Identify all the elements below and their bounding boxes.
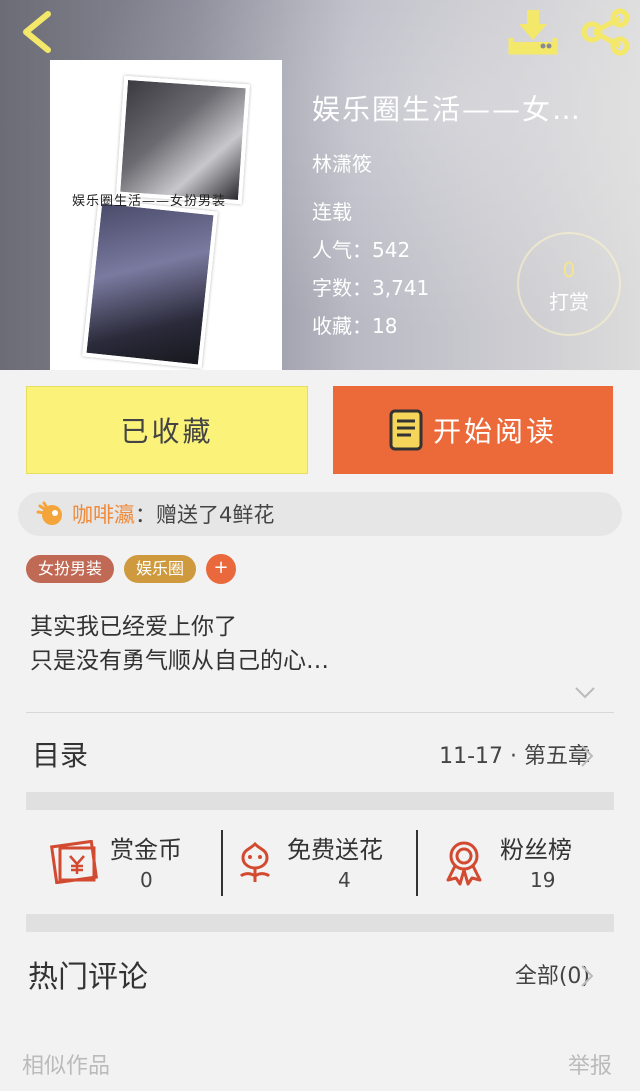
- favorited-label: 已收藏: [120, 415, 214, 448]
- book-icon: [389, 409, 423, 451]
- stat-value: 0: [140, 868, 153, 892]
- description-line: 只是没有勇气顺从自己的心…: [30, 648, 329, 674]
- tip-button[interactable]: 0 打赏: [517, 232, 621, 336]
- book-popularity: 人气：542: [312, 238, 411, 262]
- section-divider-band: [26, 792, 614, 810]
- tip-label: 打赏: [549, 290, 589, 314]
- chevron-right-icon: [581, 745, 594, 767]
- cover-photo-bottom: [82, 199, 218, 369]
- cover-caption: 娱乐圈生活——女扮男装: [72, 194, 227, 209]
- start-reading-label: 开始阅读: [432, 415, 557, 448]
- report-link[interactable]: 举报: [568, 1048, 612, 1080]
- stats-row: 赏金币 0 免费送花 4 粉丝榜 19: [26, 812, 614, 912]
- flower-icon: [239, 841, 271, 882]
- expand-chevron-down-icon[interactable]: [574, 686, 596, 700]
- section-divider-band: [26, 914, 614, 932]
- hot-comments-label: 热门评论: [28, 960, 148, 995]
- book-word-count: 字数：3,741: [312, 276, 430, 300]
- back-chevron-left-icon[interactable]: [18, 10, 58, 54]
- book-cover-image[interactable]: 娱乐圈生活——女扮男装: [50, 60, 282, 370]
- fan-ranking-stat[interactable]: 粉丝榜 19: [418, 812, 614, 912]
- chevron-right-icon: [581, 965, 594, 987]
- divider: [26, 712, 614, 713]
- tag-item[interactable]: 娱乐圈: [124, 555, 197, 583]
- description-line: 其实我已经爱上你了: [30, 614, 237, 640]
- rank-medal-icon: [446, 841, 482, 886]
- share-icon[interactable]: [580, 8, 632, 56]
- stat-label: 赏金币: [110, 836, 182, 864]
- tag-list: 女扮男装 娱乐圈 +: [26, 554, 237, 584]
- book-favorites: 收藏：18: [312, 314, 398, 338]
- similar-works-label: 相似作品: [22, 1054, 111, 1079]
- latest-chapter: 11-17 · 第五章: [439, 744, 590, 769]
- table-of-contents-row[interactable]: 目录 11-17 · 第五章: [0, 714, 640, 792]
- red-envelope-icon: [50, 840, 98, 884]
- download-icon[interactable]: [507, 8, 559, 56]
- favorited-button[interactable]: 已收藏: [26, 386, 308, 474]
- toc-label: 目录: [32, 739, 89, 772]
- gift-message: ：赠送了4鲜花: [135, 503, 275, 527]
- stat-label: 粉丝榜: [500, 836, 572, 864]
- all-comments-link[interactable]: 全部(0): [515, 958, 590, 990]
- stat-label: 免费送花: [287, 836, 383, 864]
- candy-gift-icon: [36, 501, 62, 525]
- book-status: 连载: [312, 200, 352, 224]
- stat-value: 4: [338, 868, 351, 892]
- hot-comments-row[interactable]: 热门评论 全部(0): [0, 932, 640, 1012]
- gift-user-name[interactable]: 咖啡瀛: [72, 499, 135, 529]
- gift-notice: 咖啡瀛 ：赠送了4鲜花: [18, 492, 622, 536]
- gold-coin-reward-stat[interactable]: 赏金币 0: [26, 812, 221, 912]
- tag-item[interactable]: 女扮男装: [26, 555, 115, 583]
- tip-count: 0: [562, 258, 576, 282]
- book-title: 娱乐圈生活——女…: [312, 93, 583, 126]
- add-tag-button[interactable]: +: [206, 554, 237, 584]
- cover-photo-top: [115, 75, 251, 205]
- free-flower-stat[interactable]: 免费送花 4: [223, 812, 418, 912]
- stat-value: 19: [530, 868, 556, 892]
- book-description: 其实我已经爱上你了 只是没有勇气顺从自己的心…: [30, 610, 329, 678]
- book-author[interactable]: 林潇筱: [312, 148, 372, 177]
- start-reading-button[interactable]: 开始阅读: [333, 386, 613, 474]
